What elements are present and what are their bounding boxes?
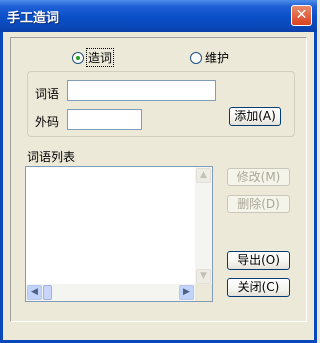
code-input[interactable]	[67, 109, 142, 130]
radio-create-word[interactable]: 造词	[72, 48, 115, 67]
radio-maintain[interactable]: 维护	[190, 49, 229, 66]
close-window-button[interactable]: ✕	[291, 5, 312, 26]
radio-create-word-label: 造词	[85, 48, 115, 67]
word-label: 词语	[35, 87, 60, 101]
word-input[interactable]	[67, 80, 216, 101]
scroll-right-icon[interactable]: ▶	[179, 285, 194, 300]
code-label: 外码	[35, 115, 60, 129]
horizontal-scroll-thumb[interactable]	[43, 285, 52, 300]
close-icon: ✕	[295, 7, 308, 23]
scroll-up-icon[interactable]: ▲	[196, 168, 211, 183]
word-list-label: 词语列表	[27, 150, 76, 164]
vertical-scrollbar[interactable]: ▲ ▼	[195, 167, 212, 285]
export-button[interactable]: 导出(O)	[227, 251, 290, 270]
add-button[interactable]: 添加(A)	[229, 107, 281, 126]
window-frame-left	[0, 32, 3, 343]
radio-maintain-label: 维护	[205, 51, 230, 65]
modify-button[interactable]: 修改(M)	[227, 168, 290, 186]
title-bar[interactable]: 手工造词 ✕	[0, 0, 317, 32]
horizontal-scrollbar[interactable]: ◀ ▶	[26, 284, 195, 301]
scroll-down-icon[interactable]: ▼	[196, 269, 211, 284]
radio-unchecked-icon	[190, 51, 202, 64]
delete-button[interactable]: 删除(D)	[227, 195, 290, 213]
scroll-corner	[195, 284, 212, 301]
dialog-window: 手工造词 ✕ 造词 维护 词语 外码 添加(A) 词语列表 ▲ ▼ ◀ ▶ 修改…	[0, 0, 317, 343]
word-list[interactable]: ▲ ▼ ◀ ▶	[25, 166, 213, 302]
scroll-left-icon[interactable]: ◀	[27, 285, 42, 300]
radio-checked-icon	[72, 51, 84, 64]
close-button[interactable]: 关闭(C)	[227, 278, 290, 297]
window-title: 手工造词	[7, 11, 60, 26]
window-frame-right	[314, 32, 317, 343]
